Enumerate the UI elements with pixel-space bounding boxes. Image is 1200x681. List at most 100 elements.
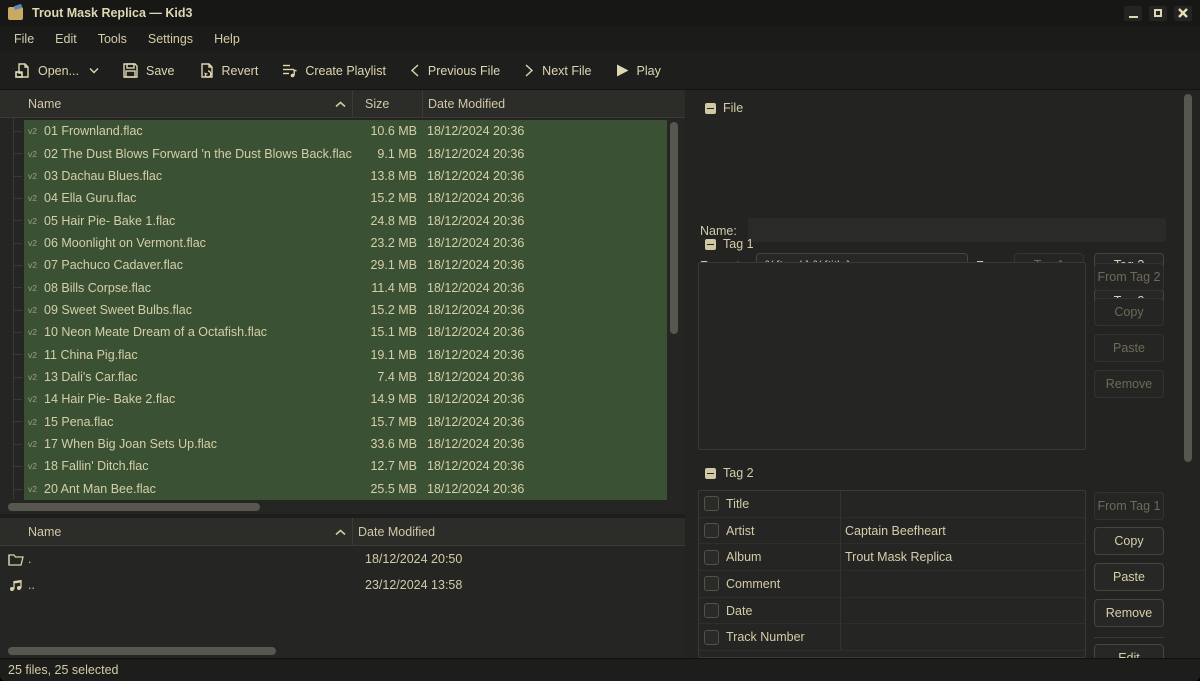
file-row[interactable]: v2 18 Fallin' Ditch.flac 12.7 MB 18/12/2… (0, 455, 667, 477)
field-checkbox[interactable] (704, 550, 719, 565)
minimize-button[interactable] (1124, 6, 1142, 21)
field-checkbox[interactable] (704, 576, 719, 591)
tag2-field-row[interactable]: Date (699, 598, 1085, 625)
tag2-copy-button[interactable]: Copy (1094, 527, 1164, 555)
directory-row[interactable]: . 18/12/2024 20:50 (0, 546, 685, 572)
tree-branch[interactable] (0, 299, 24, 321)
tag2-field-row[interactable]: Comment (699, 571, 1085, 598)
field-checkbox[interactable] (704, 496, 719, 511)
column-header-date[interactable]: Date Modified (353, 518, 685, 545)
field-value[interactable]: Trout Mask Replica (841, 550, 1085, 564)
file-row[interactable]: v2 10 Neon Meate Dream of a Octafish.fla… (0, 321, 667, 343)
column-header-name[interactable]: Name (0, 90, 353, 117)
tag2-paste-button[interactable]: Paste (1094, 563, 1164, 591)
save-button[interactable]: Save (122, 62, 175, 79)
column-header-name[interactable]: Name (0, 518, 353, 545)
tag1-from-tag2-button[interactable]: From Tag 2 (1094, 263, 1164, 291)
tree-branch[interactable] (0, 120, 24, 142)
tree-branch[interactable] (0, 366, 24, 388)
collapse-icon[interactable] (705, 239, 716, 250)
tree-branch[interactable] (0, 433, 24, 455)
tag1-paste-button[interactable]: Paste (1094, 334, 1164, 362)
maximize-button[interactable] (1149, 6, 1167, 21)
file-row[interactable]: v2 02 The Dust Blows Forward 'n the Dust… (0, 142, 667, 164)
field-checkbox[interactable] (704, 630, 719, 645)
tree-branch[interactable] (0, 187, 24, 209)
tree-branch[interactable] (0, 343, 24, 365)
play-button[interactable]: Play (615, 63, 661, 78)
create-playlist-button[interactable]: Create Playlist (281, 62, 386, 79)
tree-branch[interactable] (0, 276, 24, 298)
tag2-field-row[interactable]: Track Number (699, 624, 1085, 651)
file-row[interactable]: v2 08 Bills Corpse.flac 11.4 MB 18/12/20… (0, 276, 667, 298)
tree-branch[interactable] (0, 142, 24, 164)
file-row[interactable]: v2 20 Ant Man Bee.flac 25.5 MB 18/12/202… (0, 478, 667, 500)
tree-branch[interactable] (0, 165, 24, 187)
tag1-copy-button[interactable]: Copy (1094, 298, 1164, 326)
close-button[interactable] (1174, 6, 1192, 21)
tree-branch[interactable] (0, 388, 24, 410)
scrollbar-thumb[interactable] (8, 647, 276, 655)
tree-branch[interactable] (0, 232, 24, 254)
tag1-section-header[interactable]: Tag 1 (705, 237, 754, 251)
field-value[interactable]: Captain Beefheart (841, 524, 1085, 538)
file-list-horizontal-scrollbar[interactable] (0, 500, 685, 514)
column-header-date[interactable]: Date Modified (423, 90, 685, 117)
file-row[interactable]: v2 04 Ella Guru.flac 15.2 MB 18/12/2024 … (0, 187, 667, 209)
tag2-field-row[interactable]: Title (699, 491, 1085, 518)
menu-item[interactable]: Tools (98, 32, 127, 46)
file-row[interactable]: v2 03 Dachau Blues.flac 13.8 MB 18/12/20… (0, 165, 667, 187)
file-row[interactable]: v2 05 Hair Pie- Bake 1.flac 24.8 MB 18/1… (0, 209, 667, 231)
column-date-label: Date Modified (358, 525, 435, 539)
filename-input[interactable] (748, 218, 1166, 242)
menu-item[interactable]: Settings (148, 32, 193, 46)
tag2-field-row[interactable]: Artist Captain Beefheart (699, 518, 1085, 545)
file-section-header[interactable]: File (705, 101, 743, 115)
tree-branch[interactable] (0, 209, 24, 231)
tag2-field-row[interactable]: Album Trout Mask Replica (699, 544, 1085, 571)
tag-panel-vertical-scrollbar[interactable] (1184, 94, 1192, 654)
scrollbar-thumb[interactable] (670, 122, 678, 334)
directory-list-horizontal-scrollbar[interactable] (0, 644, 685, 658)
tree-branch[interactable] (0, 410, 24, 432)
tree-branch[interactable] (0, 321, 24, 343)
tag1-table[interactable] (698, 262, 1086, 450)
file-row[interactable]: v2 07 Pachuco Cadaver.flac 29.1 MB 18/12… (0, 254, 667, 276)
revert-button[interactable]: Revert (198, 62, 259, 79)
open-dropdown-icon[interactable] (89, 67, 99, 74)
tag2-edit-button[interactable]: Edit (1094, 644, 1164, 658)
file-row[interactable]: v2 15 Pena.flac 15.7 MB 18/12/2024 20:36 (0, 410, 667, 432)
collapse-icon[interactable] (705, 468, 716, 479)
file-row[interactable]: v2 14 Hair Pie- Bake 2.flac 14.9 MB 18/1… (0, 388, 667, 410)
open-button[interactable]: Open... (14, 62, 99, 79)
file-row[interactable]: v2 09 Sweet Sweet Bulbs.flac 15.2 MB 18/… (0, 299, 667, 321)
tree-branch[interactable] (0, 455, 24, 477)
file-list-vertical-scrollbar[interactable] (670, 122, 678, 496)
file-row[interactable]: v2 11 China Pig.flac 19.1 MB 18/12/2024 … (0, 343, 667, 365)
collapse-icon[interactable] (705, 103, 716, 114)
file-row[interactable]: v2 17 When Big Joan Sets Up.flac 33.6 MB… (0, 433, 667, 455)
id3v2-tag-icon: v2 (24, 171, 44, 181)
file-row[interactable]: v2 06 Moonlight on Vermont.flac 23.2 MB … (0, 232, 667, 254)
scrollbar-thumb[interactable] (1184, 94, 1192, 462)
menu-item[interactable]: File (14, 32, 34, 46)
previous-file-button[interactable]: Previous File (409, 63, 500, 78)
scrollbar-thumb[interactable] (8, 503, 260, 511)
next-file-button[interactable]: Next File (523, 63, 591, 78)
file-row[interactable]: v2 13 Dali's Car.flac 7.4 MB 18/12/2024 … (0, 366, 667, 388)
field-checkbox[interactable] (704, 603, 719, 618)
tree-branch[interactable] (0, 254, 24, 276)
tag2-remove-button[interactable]: Remove (1094, 599, 1164, 627)
tag1-remove-button[interactable]: Remove (1094, 370, 1164, 398)
column-header-size[interactable]: Size (353, 90, 423, 117)
tree-branch[interactable] (0, 478, 24, 500)
title-bar[interactable]: Trout Mask Replica — Kid3 (0, 0, 1200, 26)
menu-item[interactable]: Help (214, 32, 240, 46)
tag2-from-tag1-button[interactable]: From Tag 1 (1094, 492, 1164, 520)
file-list-body: v2 01 Frownland.flac 10.6 MB 18/12/2024 … (0, 118, 685, 500)
menu-item[interactable]: Edit (55, 32, 77, 46)
file-row[interactable]: v2 01 Frownland.flac 10.6 MB 18/12/2024 … (0, 120, 667, 142)
tag2-section-header[interactable]: Tag 2 (705, 466, 754, 480)
directory-row[interactable]: .. 23/12/2024 13:58 (0, 572, 685, 598)
field-checkbox[interactable] (704, 523, 719, 538)
